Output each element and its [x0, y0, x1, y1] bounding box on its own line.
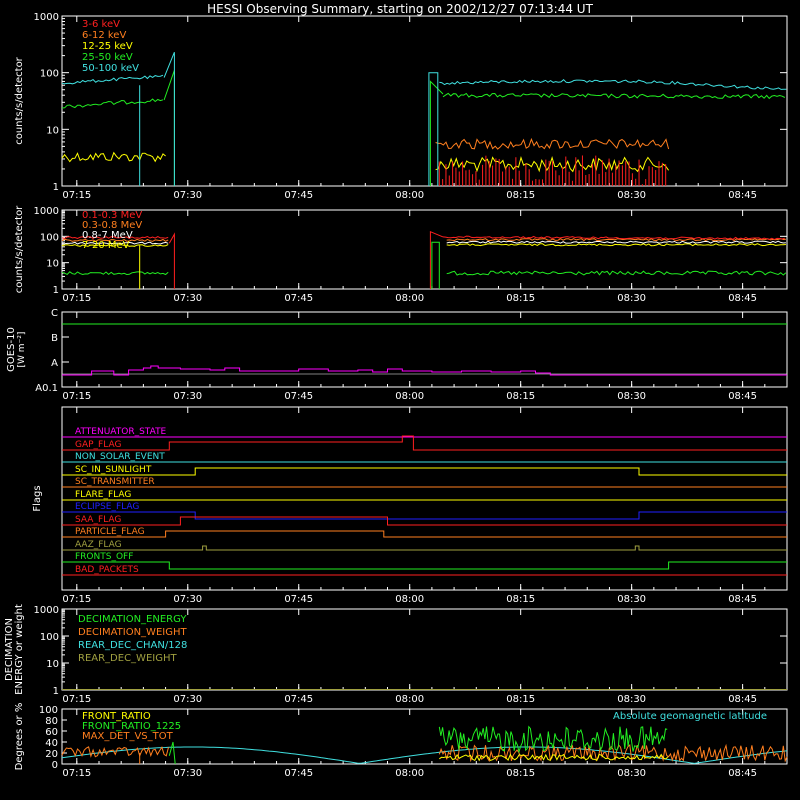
x-tick-label: 08:45 [728, 694, 757, 705]
x-tick-label: 08:00 [395, 391, 424, 402]
legend-entry: 3-6 keV [82, 19, 120, 30]
x-tick-label: 07:15 [62, 391, 91, 402]
x-tick-label: 08:15 [506, 768, 535, 779]
y-axis-label: GOES-10 [6, 327, 17, 372]
x-tick-label: 07:15 [62, 190, 91, 201]
x-tick-label: 07:45 [284, 694, 313, 705]
x-tick-label: 07:30 [173, 768, 202, 779]
x-tick-label: 08:00 [395, 694, 424, 705]
x-tick-label: 07:45 [284, 391, 313, 402]
x-tick-label: 08:15 [506, 594, 535, 605]
legend-entry: 12-25 keV [82, 41, 133, 52]
x-tick-label: 07:45 [284, 594, 313, 605]
x-tick-label: 08:30 [617, 190, 646, 201]
legend-entry: 25-50 keV [82, 52, 133, 63]
y-axis-label: counts/s/detector [14, 205, 25, 293]
x-tick-label: 07:30 [173, 391, 202, 402]
y-tick-label: 100 [40, 632, 59, 643]
x-tick-label: 07:30 [173, 594, 202, 605]
flag-label: SC_TRANSMITTER [75, 477, 155, 487]
x-tick-label: 07:45 [284, 293, 313, 304]
x-tick-label: 07:15 [62, 768, 91, 779]
y-tick-label: 60 [45, 727, 58, 738]
flag-label: ECLIPSE_FLAG [75, 502, 139, 512]
x-tick-label: 07:30 [173, 694, 202, 705]
y-axis-label: Degrees or % [14, 703, 25, 771]
x-tick-label: 08:45 [728, 391, 757, 402]
y-tick-label: 20 [45, 749, 58, 760]
y-tick-label: A [51, 358, 58, 369]
legend-entry: DECIMATION_ENERGY [78, 614, 187, 625]
y-tick-label: 100 [40, 69, 59, 80]
legend-entry: 7-20 MeV [82, 240, 130, 251]
y-tick-label: C [51, 308, 58, 319]
x-tick-label: 07:45 [284, 768, 313, 779]
flag-label: SAA_FLAG [75, 515, 121, 525]
y-tick-label: 1000 [34, 12, 59, 23]
legend-entry: REAR_DEC_WEIGHT [78, 653, 177, 664]
y-tick-label: 100 [40, 232, 59, 243]
x-tick-label: 08:00 [395, 293, 424, 304]
flag-label: SC_IN_SUNLIGHT [75, 465, 152, 475]
x-tick-label: 08:30 [617, 694, 646, 705]
y-tick-label: B [51, 333, 58, 344]
legend-entry: 6-12 keV [82, 30, 126, 41]
x-tick-label: 08:15 [506, 694, 535, 705]
x-tick-label: 08:45 [728, 594, 757, 605]
x-tick-label: 08:45 [728, 190, 757, 201]
chart-title: HESSI Observing Summary, starting on 200… [207, 2, 593, 16]
flag-label: FRONTS_OFF [75, 552, 133, 562]
legend-entry: DECIMATION_WEIGHT [78, 627, 187, 638]
flag-label: PARTICLE_FLAG [75, 527, 145, 537]
flag-label: GAP_FLAG [75, 440, 121, 450]
x-tick-label: 08:45 [728, 768, 757, 779]
flag-label: NON_SOLAR_EVENT [75, 452, 165, 462]
x-tick-label: 08:15 [506, 293, 535, 304]
legend-entry: MAX_DET_VS_TOT [82, 731, 174, 742]
annotation: Absolute geomagnetic latitude [613, 711, 767, 722]
flag-label: BAD_PACKETS [75, 565, 139, 575]
hessi-summary-chart: HESSI Observing Summary, starting on 200… [0, 0, 800, 800]
x-tick-label: 08:30 [617, 293, 646, 304]
y-tick-label: 1000 [34, 605, 59, 616]
y-tick-label: 1000 [34, 206, 59, 217]
x-tick-label: 07:30 [173, 190, 202, 201]
x-tick-label: 08:15 [506, 391, 535, 402]
flag-label: ATTENUATOR_STATE [75, 427, 167, 437]
x-tick-label: 07:15 [62, 293, 91, 304]
y-tick-label: 1 [53, 686, 59, 697]
y-tick-label: 40 [45, 738, 58, 749]
y-axis-label: ENERGY or weight [14, 604, 25, 695]
y-tick-label: 80 [45, 716, 58, 727]
x-tick-label: 08:00 [395, 768, 424, 779]
x-tick-label: 08:00 [395, 594, 424, 605]
x-tick-label: 08:00 [395, 190, 424, 201]
y-tick-label: 10 [46, 125, 59, 136]
y-tick-label: 1 [53, 182, 59, 193]
y-axis-label: counts/s/detector [14, 56, 25, 144]
y-tick-label: A0.1 [35, 383, 58, 394]
flag-label: FLARE_FLAG [75, 490, 131, 500]
x-tick-label: 08:45 [728, 293, 757, 304]
x-tick-label: 08:30 [617, 594, 646, 605]
flag-label: AAZ_FLAG [75, 540, 122, 550]
y-tick-label: 0 [52, 760, 58, 771]
x-tick-label: 08:30 [617, 391, 646, 402]
x-tick-label: 07:15 [62, 594, 91, 605]
legend-entry: 50-100 keV [82, 63, 139, 74]
x-tick-label: 08:15 [506, 190, 535, 201]
y-tick-label: 10 [46, 659, 59, 670]
y-tick-label: 100 [39, 705, 58, 716]
legend-entry: REAR_DEC_CHAN/128 [78, 640, 187, 651]
y-axis-label: [W m⁻²] [17, 332, 27, 368]
y-tick-label: 1 [53, 285, 59, 296]
x-tick-label: 08:30 [617, 768, 646, 779]
x-tick-label: 07:45 [284, 190, 313, 201]
y-tick-label: 10 [46, 259, 59, 270]
x-tick-label: 07:15 [62, 694, 91, 705]
y-axis-label: Flags [32, 485, 43, 511]
x-tick-label: 07:30 [173, 293, 202, 304]
